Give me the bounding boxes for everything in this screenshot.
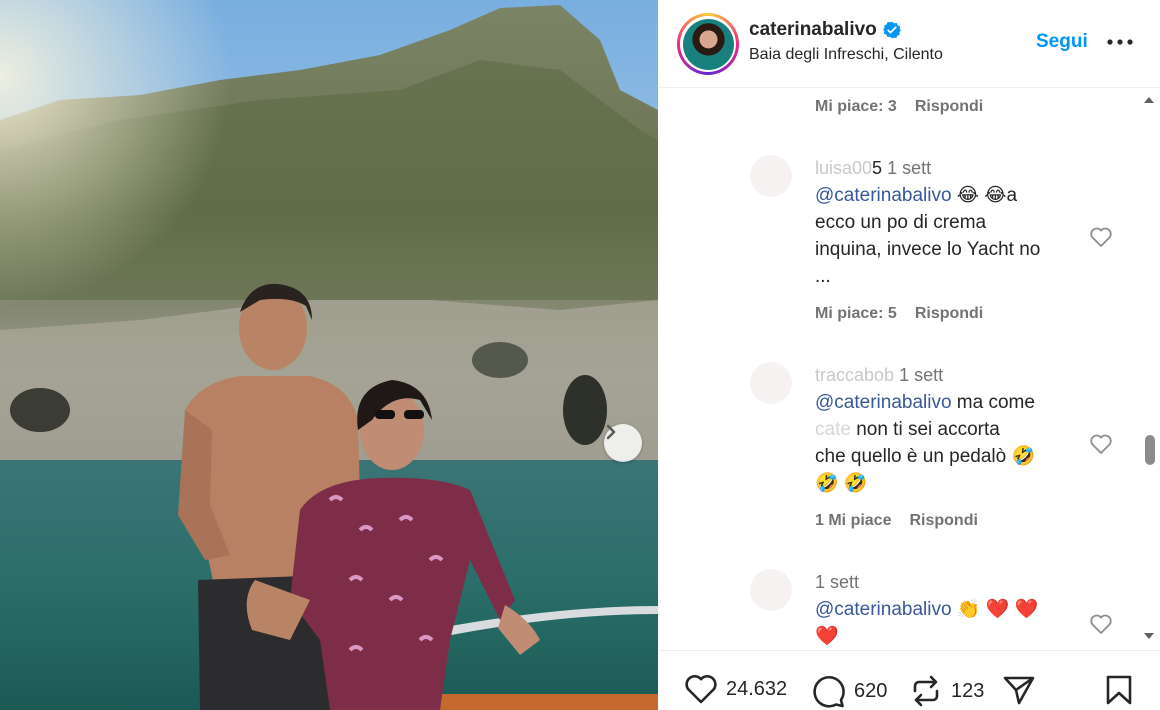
photo-scene [0, 0, 658, 710]
verified-badge-icon [882, 21, 901, 39]
comment-likes[interactable]: 1 Mi piace [815, 512, 891, 530]
scroll-up-arrow-icon[interactable] [1143, 95, 1155, 105]
comment-text: @caterinabalivo 😂 😂a ecco un po di crema… [815, 185, 1041, 287]
save-button[interactable] [1104, 674, 1134, 706]
reply-button[interactable]: Rispondi [915, 305, 983, 323]
likes-count: 24.632 [726, 677, 788, 700]
comment-text: @caterinabalivo 👏 ❤️ ❤️ ❤️ [815, 599, 1039, 647]
comment-meta: Mi piace: 3 Rispondi [815, 98, 983, 116]
comment-mention[interactable]: @caterinabalivo [815, 185, 952, 206]
commenter-avatar[interactable] [750, 569, 792, 611]
post-location[interactable]: Baia degli Infreschi, Cilento [749, 46, 943, 64]
comment-mention[interactable]: @caterinabalivo [815, 599, 952, 620]
send-icon [1003, 676, 1035, 705]
scroll-down-arrow-icon[interactable] [1143, 631, 1155, 641]
post-header: caterinabalivo Baia degli Infreschi, Cil… [658, 0, 1160, 88]
comment-header: 1 sett [815, 572, 859, 593]
repost-icon [913, 675, 939, 707]
follow-button[interactable]: Segui [1036, 31, 1088, 53]
comment-header: traccabob 1 sett [815, 365, 943, 386]
scrollbar-thumb[interactable] [1145, 435, 1155, 465]
comment-bubble-icon [813, 675, 845, 708]
like-button[interactable]: 24.632 [684, 674, 787, 704]
author-username-row: caterinabalivo [749, 19, 901, 41]
post-photo[interactable] [0, 0, 658, 710]
bookmark-icon [1106, 675, 1132, 705]
comment-time[interactable]: 1 sett [887, 158, 931, 178]
commenter-username[interactable]: traccabob [815, 365, 894, 385]
reply-button[interactable]: Rispondi [915, 98, 983, 116]
comment-button[interactable]: 620 [810, 674, 887, 708]
comment-meta: 1 Mi piace Rispondi [815, 512, 978, 530]
comment-header: luisa005 1 sett [815, 158, 931, 179]
chevron-right-icon [606, 424, 616, 440]
comments-count: 620 [854, 679, 888, 702]
comment-time[interactable]: 1 sett [815, 572, 859, 592]
comments-list[interactable]: Mi piace: 3 Rispondi luisa005 1 sett @ca… [658, 89, 1138, 649]
comments-scrollbar[interactable] [1140, 89, 1158, 649]
next-photo-button[interactable] [604, 424, 642, 462]
share-button[interactable] [1002, 674, 1036, 706]
reply-button[interactable]: Rispondi [909, 512, 977, 530]
like-comment-icon[interactable] [1089, 433, 1113, 455]
comment-text: @caterinabalivo ma come cate non ti sei … [815, 392, 1036, 494]
comment-meta: Mi piace: 5 Rispondi [815, 305, 983, 323]
comment-likes[interactable]: Mi piace: 3 [815, 98, 897, 116]
author-avatar-image [682, 18, 734, 70]
comment-time[interactable]: 1 sett [899, 365, 943, 385]
author-avatar[interactable] [677, 13, 739, 75]
reposts-count: 123 [951, 679, 985, 702]
commenter-avatar[interactable] [750, 362, 792, 404]
post-details-panel: caterinabalivo Baia degli Infreschi, Cil… [658, 0, 1160, 710]
like-comment-icon[interactable] [1089, 226, 1113, 248]
repost-button[interactable]: 123 [909, 674, 984, 708]
comment-likes[interactable]: Mi piace: 5 [815, 305, 897, 323]
heart-icon [685, 674, 717, 704]
more-options-icon[interactable] [1105, 31, 1135, 53]
like-comment-icon[interactable] [1089, 613, 1113, 635]
commenter-avatar[interactable] [750, 155, 792, 197]
commenter-username[interactable]: luisa005 [815, 158, 882, 178]
comment-mention[interactable]: @caterinabalivo [815, 392, 952, 413]
author-username[interactable]: caterinabalivo [749, 19, 877, 41]
